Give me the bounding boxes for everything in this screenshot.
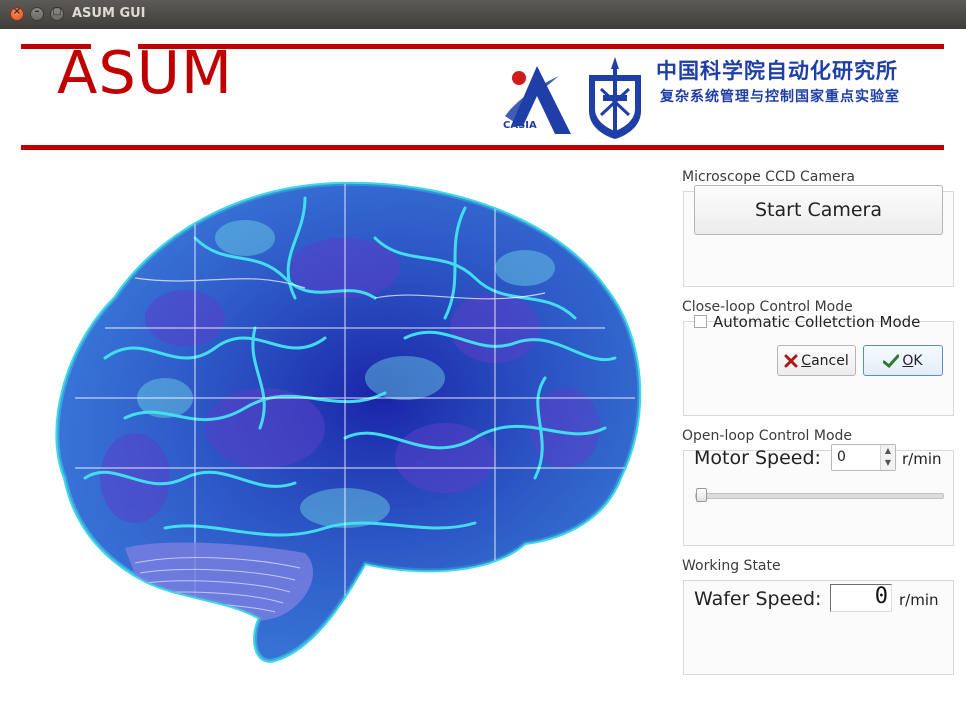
institute-name-cn: 中国科学院自动化研究所 xyxy=(656,58,898,83)
window-titlebar: × – □ ASUM GUI xyxy=(0,0,966,29)
lab-name-cn: 复杂系统管理与控制国家重点实验室 xyxy=(660,89,900,105)
minimize-icon: – xyxy=(34,6,40,17)
motor-speed-unit: r/min xyxy=(902,450,942,468)
motor-speed-slider-track[interactable] xyxy=(695,493,944,499)
window-maximize-button[interactable]: □ xyxy=(50,6,64,21)
cancel-button[interactable]: Cancel xyxy=(777,345,856,376)
cancel-x-icon xyxy=(784,354,798,367)
brain-illustration xyxy=(55,181,642,663)
header-bottom-line xyxy=(21,145,944,150)
cancel-mnemonic: C xyxy=(801,352,812,369)
wafer-speed-unit: r/min xyxy=(899,591,939,609)
motor-speed-slider-handle[interactable] xyxy=(696,488,707,502)
working-section-label: Working State xyxy=(682,558,781,574)
motor-speed-spinbox[interactable]: 0 ▲ ▼ xyxy=(831,444,896,471)
casia-logo-text: CASIA xyxy=(503,120,537,131)
ok-button[interactable]: OK xyxy=(863,345,943,376)
close-icon: × xyxy=(12,6,22,17)
spin-up-icon[interactable]: ▲ xyxy=(881,445,895,457)
openloop-section-label: Open-loop Control Mode xyxy=(682,428,853,444)
spin-down-icon[interactable]: ▼ xyxy=(881,457,895,469)
start-camera-button[interactable]: Start Camera xyxy=(694,185,943,235)
ok-mnemonic: O xyxy=(902,352,914,369)
maximize-icon: □ xyxy=(52,6,62,17)
ok-label: K xyxy=(913,352,923,369)
ok-check-icon xyxy=(883,354,900,368)
casia-logo-icon: CASIA xyxy=(503,66,571,134)
window-minimize-button[interactable]: – xyxy=(30,6,44,21)
auto-collection-label[interactable]: Automatic Colletction Mode xyxy=(713,313,920,331)
app-name-title: ASUM xyxy=(57,38,233,107)
motor-speed-value[interactable]: 0 xyxy=(837,449,846,465)
lab-emblem-icon xyxy=(589,57,641,139)
wafer-speed-label: Wafer Speed: xyxy=(694,588,822,610)
window-title: ASUM GUI xyxy=(72,6,146,21)
cancel-label: ancel xyxy=(811,352,849,369)
auto-collection-checkbox[interactable] xyxy=(694,315,707,328)
window-close-button[interactable]: × xyxy=(10,6,24,21)
wafer-speed-value: 0 xyxy=(874,584,888,609)
motor-speed-stepper[interactable]: ▲ ▼ xyxy=(880,445,895,470)
motor-speed-label: Motor Speed: xyxy=(694,447,821,469)
camera-section-label: Microscope CCD Camera xyxy=(682,169,855,185)
wafer-speed-lcd: 0 xyxy=(830,584,892,612)
header-top-line-right xyxy=(138,44,944,49)
